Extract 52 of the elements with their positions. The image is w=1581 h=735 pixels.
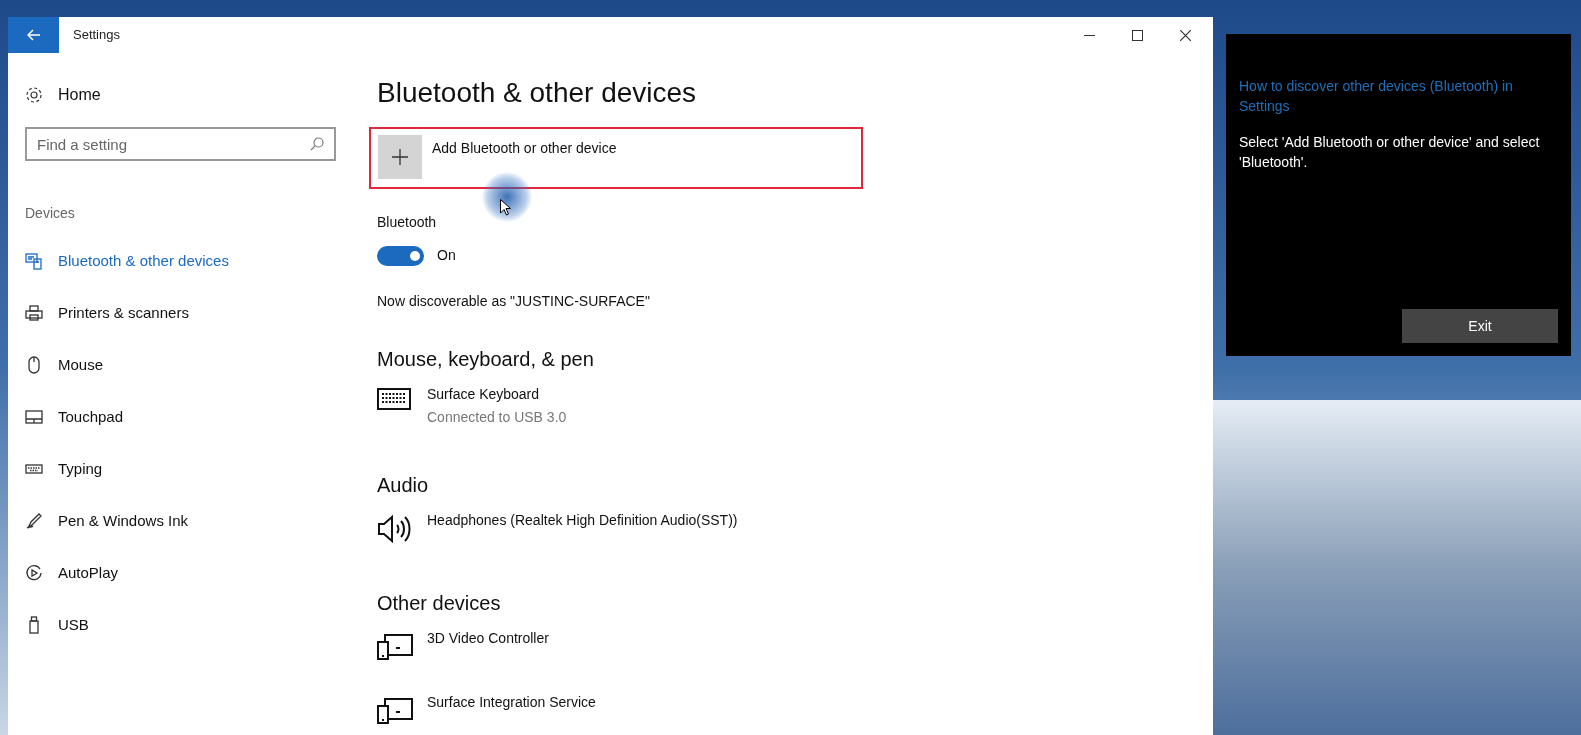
group-heading: Audio	[377, 473, 430, 498]
printer-icon	[25, 304, 43, 322]
maximize-icon	[1131, 29, 1143, 41]
tip-title: How to discover other devices (Bluetooth) in Settings	[1239, 77, 1514, 116]
device-name: Headphones (Realtek High Definition Audio(SST))	[427, 511, 738, 530]
sidebar-item[interactable]: AutoPlay	[58, 561, 119, 585]
device-name: Surface Keyboard	[427, 385, 541, 404]
search-field[interactable]: Find a setting	[25, 127, 336, 161]
keyboard-icon	[377, 388, 411, 410]
back-button[interactable]	[8, 17, 59, 53]
tip-text: Select 'Add Bluetooth or other device' and select 'Bluetooth'.	[1239, 133, 1541, 172]
sidebar-item[interactable]: Typing	[58, 457, 103, 481]
discoverable-text: Now discoverable as "JUSTINC-SURFACE"	[377, 292, 651, 311]
group-heading: Other devices	[377, 591, 502, 616]
device-item[interactable]: Headphones (Realtek High Definition Audio(SST))	[377, 510, 1213, 548]
section-header: Devices	[25, 204, 76, 223]
group-heading: Mouse, keyboard, & pen	[377, 347, 595, 372]
sidebar-item[interactable]: Printers & scanners	[58, 301, 189, 325]
search-icon	[310, 137, 324, 151]
sidebar-item[interactable]: Mouse	[58, 353, 104, 377]
device-name: Surface Integration Service	[427, 693, 596, 712]
sidebar-item[interactable]: Touchpad	[58, 405, 124, 429]
touchpad-icon	[25, 408, 43, 426]
bluetooth-toggle[interactable]	[377, 245, 424, 266]
exit-button[interactable]: Exit	[1402, 309, 1558, 343]
device-name: 3D Video Controller	[427, 629, 549, 648]
sidebar-item[interactable]: USB	[58, 613, 89, 637]
device-item[interactable]: Surface Integration Service	[377, 692, 1213, 730]
device-item[interactable]: 3D Video Controller	[377, 628, 1213, 666]
toggle-state: On	[437, 246, 456, 265]
mouse-icon	[25, 356, 43, 374]
settings-icon	[25, 86, 43, 104]
pen-icon	[25, 512, 43, 530]
page-title: Bluetooth & other devices	[377, 76, 698, 110]
window-title: Settings	[73, 26, 120, 45]
bluetooth-devices-icon	[25, 252, 43, 270]
autoplay-icon	[25, 564, 43, 582]
device-item[interactable]: Surface Keyboard Connected to USB 3.0	[377, 384, 1213, 430]
device-status: Connected to USB 3.0	[427, 408, 567, 427]
sidebar-item[interactable]: Pen & Windows Ink	[58, 509, 189, 533]
speaker-icon	[377, 514, 413, 544]
devices-icon	[377, 696, 413, 724]
add-device-button[interactable]: Add Bluetooth or other device	[378, 135, 617, 179]
home-link[interactable]: Home	[58, 83, 101, 107]
bluetooth-label: Bluetooth	[377, 213, 437, 232]
devices-icon	[377, 632, 413, 660]
plus-tile-icon	[378, 135, 422, 179]
close-icon	[1179, 29, 1191, 41]
back-arrow-icon	[26, 29, 41, 41]
sidebar-item[interactable]: Bluetooth & other devices	[58, 249, 229, 273]
cursor-icon	[500, 199, 511, 216]
minimize-icon	[1083, 34, 1095, 36]
